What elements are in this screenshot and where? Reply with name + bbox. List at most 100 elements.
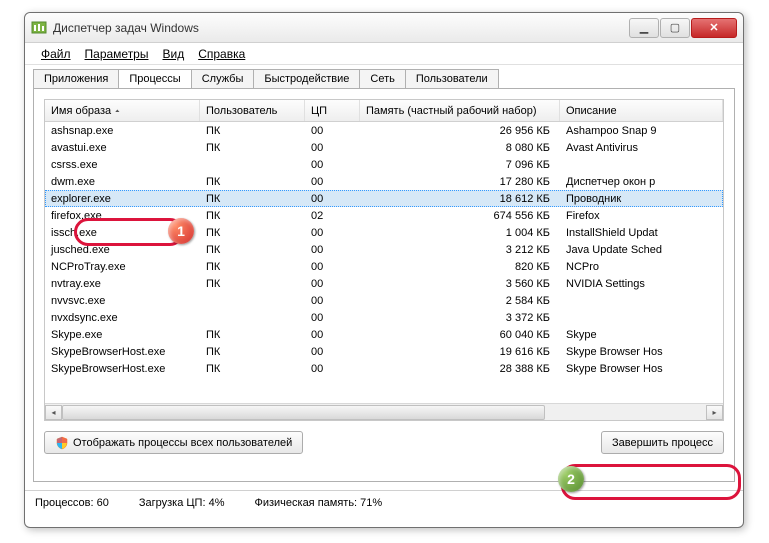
menu-file[interactable]: Файл	[35, 45, 77, 63]
cell-user: ПК	[200, 261, 305, 273]
table-row[interactable]: explorer.exeПК0018 612 КБПроводник	[45, 190, 723, 207]
cell-user: ПК	[200, 142, 305, 154]
cell-memory: 674 556 КБ	[360, 210, 560, 222]
scroll-right-button[interactable]: ▸	[706, 405, 723, 420]
status-process-count: Процессов: 60	[35, 497, 109, 509]
cell-image: csrss.exe	[45, 159, 200, 171]
table-row[interactable]: nvvsvc.exe 002 584 КБ	[45, 292, 723, 309]
panel-footer: Отображать процессы всех пользователей З…	[44, 431, 724, 454]
table-row[interactable]: SkypeBrowserHost.exeПК0019 616 КБSkype B…	[45, 343, 723, 360]
cell-user: ПК	[200, 125, 305, 137]
cell-memory: 3 560 КБ	[360, 278, 560, 290]
col-user[interactable]: Пользователь	[200, 100, 305, 121]
table-row[interactable]: ashsnap.exeПК0026 956 КБAshampoo Snap 9	[45, 122, 723, 139]
cell-cpu: 00	[305, 125, 360, 137]
table-row[interactable]: Skype.exeПК0060 040 КБSkype	[45, 326, 723, 343]
cell-description: NVIDIA Settings	[560, 278, 723, 290]
annotation-badge-2: 2	[558, 466, 584, 492]
cell-user: ПК	[200, 329, 305, 341]
cell-user: ПК	[200, 210, 305, 222]
cell-user: ПК	[200, 244, 305, 256]
window-title: Диспетчер задач Windows	[53, 21, 629, 35]
menubar: Файл Параметры Вид Справка	[25, 43, 743, 65]
window-controls	[629, 18, 737, 38]
table-row[interactable]: SkypeBrowserHost.exeПК0028 388 КБSkype B…	[45, 360, 723, 377]
table-row[interactable]: nvtray.exeПК003 560 КБNVIDIA Settings	[45, 275, 723, 292]
cell-image: SkypeBrowserHost.exe	[45, 363, 200, 375]
cell-description: NCPro	[560, 261, 723, 273]
app-icon	[31, 20, 47, 36]
cell-image: jusched.exe	[45, 244, 200, 256]
shield-icon	[55, 436, 69, 450]
table-row[interactable]: issch.exeПК001 004 КБInstallShield Updat	[45, 224, 723, 241]
cell-memory: 28 388 КБ	[360, 363, 560, 375]
col-description[interactable]: Описание	[560, 100, 723, 121]
cell-cpu: 00	[305, 295, 360, 307]
cell-description: InstallShield Updat	[560, 227, 723, 239]
maximize-button[interactable]	[660, 18, 690, 38]
cell-description: Firefox	[560, 210, 723, 222]
table-row[interactable]: dwm.exeПК0017 280 КБДиспетчер окон р	[45, 173, 723, 190]
tab-performance[interactable]: Быстродействие	[253, 69, 360, 88]
cell-cpu: 00	[305, 329, 360, 341]
cell-memory: 60 040 КБ	[360, 329, 560, 341]
cell-memory: 1 004 КБ	[360, 227, 560, 239]
tab-applications[interactable]: Приложения	[33, 69, 119, 88]
menu-help[interactable]: Справка	[192, 45, 251, 63]
cell-cpu: 00	[305, 363, 360, 375]
cell-description: Java Update Sched	[560, 244, 723, 256]
menu-view[interactable]: Вид	[156, 45, 190, 63]
annotation-badge-1: 1	[168, 218, 194, 244]
cell-user: ПК	[200, 363, 305, 375]
table-row[interactable]: NCProTray.exeПК00820 КБNCPro	[45, 258, 723, 275]
cell-image: ashsnap.exe	[45, 125, 200, 137]
tab-network[interactable]: Сеть	[359, 69, 405, 88]
cell-cpu: 00	[305, 346, 360, 358]
close-button[interactable]	[691, 18, 737, 38]
end-process-label: Завершить процесс	[612, 437, 713, 449]
end-process-button[interactable]: Завершить процесс	[601, 431, 724, 454]
col-cpu[interactable]: ЦП	[305, 100, 360, 121]
tab-services[interactable]: Службы	[191, 69, 255, 88]
scroll-track[interactable]	[62, 405, 706, 420]
tab-users[interactable]: Пользователи	[405, 69, 499, 88]
show-all-users-button[interactable]: Отображать процессы всех пользователей	[44, 431, 303, 454]
cell-cpu: 00	[305, 278, 360, 290]
table-row[interactable]: firefox.exeПК02674 556 КБFirefox	[45, 207, 723, 224]
cell-image: nvvsvc.exe	[45, 295, 200, 307]
cell-image: explorer.exe	[45, 193, 200, 205]
cell-memory: 820 КБ	[360, 261, 560, 273]
cell-description: Ashampoo Snap 9	[560, 125, 723, 137]
table-row[interactable]: jusched.exeПК003 212 КБJava Update Sched	[45, 241, 723, 258]
table-row[interactable]: avastui.exeПК008 080 КБAvast Antivirus	[45, 139, 723, 156]
cell-image: dwm.exe	[45, 176, 200, 188]
cell-cpu: 00	[305, 312, 360, 324]
scroll-thumb[interactable]	[62, 405, 545, 420]
cell-image: SkypeBrowserHost.exe	[45, 346, 200, 358]
table-row[interactable]: nvxdsync.exe003 372 КБ	[45, 309, 723, 326]
cell-description: Avast Antivirus	[560, 142, 723, 154]
scroll-left-button[interactable]: ◂	[45, 405, 62, 420]
cell-cpu: 02	[305, 210, 360, 222]
cell-user: ПК	[200, 227, 305, 239]
col-memory[interactable]: Память (частный рабочий набор)	[360, 100, 560, 121]
menu-options[interactable]: Параметры	[79, 45, 155, 63]
cell-user: ПК	[200, 193, 305, 205]
process-table: Имя образа Пользователь ЦП Память (частн…	[44, 99, 724, 421]
cell-cpu: 00	[305, 193, 360, 205]
cell-cpu: 00	[305, 159, 360, 171]
minimize-button[interactable]	[629, 18, 659, 38]
table-row[interactable]: csrss.exe007 096 КБ	[45, 156, 723, 173]
tab-processes[interactable]: Процессы	[118, 69, 191, 88]
cell-memory: 18 612 КБ	[360, 193, 560, 205]
cell-user: ПК	[200, 176, 305, 188]
cell-cpu: 00	[305, 261, 360, 273]
processes-panel: Имя образа Пользователь ЦП Память (частн…	[33, 88, 735, 482]
titlebar[interactable]: Диспетчер задач Windows	[25, 13, 743, 43]
horizontal-scrollbar[interactable]: ◂ ▸	[45, 403, 723, 420]
cell-memory: 2 584 КБ	[360, 295, 560, 307]
cell-image: avastui.exe	[45, 142, 200, 154]
col-image-name[interactable]: Имя образа	[45, 100, 200, 121]
cell-memory: 17 280 КБ	[360, 176, 560, 188]
table-body[interactable]: ashsnap.exeПК0026 956 КБAshampoo Snap 9a…	[45, 122, 723, 420]
